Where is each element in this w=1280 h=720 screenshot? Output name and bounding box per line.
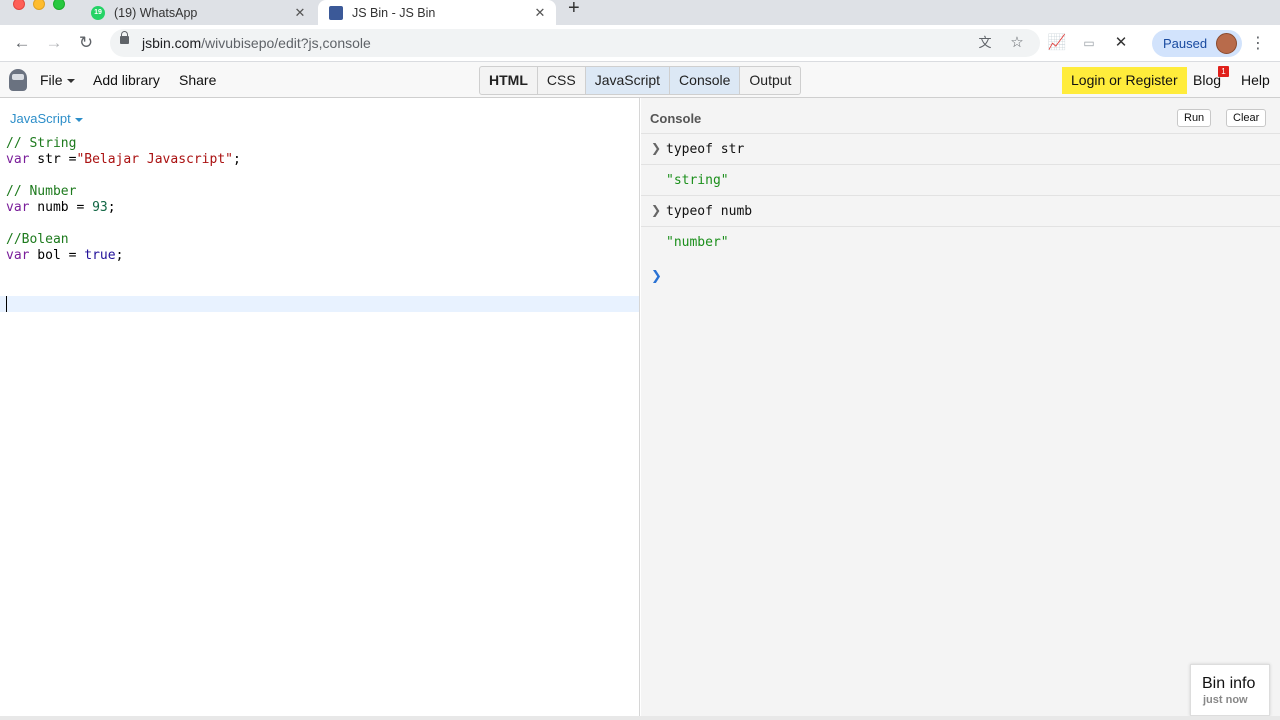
window-zoom-button[interactable]	[53, 0, 65, 10]
browser-tab-strip: 19 (19) WhatsApp ✕ JS Bin - JS Bin ✕ +	[0, 0, 1280, 25]
code-line: // String	[6, 136, 77, 151]
extension-chart-icon[interactable]: 📈	[1047, 33, 1067, 53]
share-menu[interactable]: Share	[179, 72, 216, 88]
jsbin-toolbar: File Add library Share HTML CSS JavaScri…	[0, 62, 1280, 98]
chevron-right-icon: ❯	[651, 203, 662, 217]
jsbin-logo-icon[interactable]	[9, 69, 27, 91]
login-register-button[interactable]: Login or Register	[1062, 67, 1187, 94]
avatar	[1216, 33, 1237, 54]
console-panel: Console Run Clear ❯ typeof str "string" …	[641, 98, 1280, 716]
run-button[interactable]: Run	[1177, 109, 1212, 127]
clear-button[interactable]: Clear	[1226, 109, 1267, 127]
url-text: jsbin.com/wivubisepo/edit?js,console	[142, 35, 371, 51]
console-prompt-icon[interactable]: ❯	[651, 269, 662, 284]
chevron-right-icon: ❯	[651, 141, 662, 155]
whatsapp-icon: 19	[91, 5, 105, 20]
profile-paused-button[interactable]: Paused	[1152, 30, 1242, 57]
browser-toolbar: ← → ↻ jsbin.com/wivubisepo/edit?js,conso…	[0, 25, 1280, 62]
chevron-down-icon	[66, 79, 75, 84]
console-input-entry: ❯ typeof str	[641, 133, 1280, 164]
code-line: var bol = true;	[6, 248, 124, 263]
extension-card-icon[interactable]: ▭	[1079, 33, 1099, 53]
code-line: var str ="Belajar Javascript";	[6, 152, 241, 167]
tab-html[interactable]: HTML	[480, 67, 537, 94]
reload-icon[interactable]: ↻	[74, 31, 98, 55]
help-link[interactable]: Help	[1241, 72, 1270, 88]
console-title: Console	[650, 111, 702, 126]
browser-menu-icon[interactable]: ⋮	[1250, 33, 1266, 53]
extension-x-icon[interactable]: ✕	[1111, 33, 1131, 53]
code-line: //Bolean	[6, 232, 69, 247]
close-icon[interactable]: ✕	[532, 5, 548, 21]
close-icon[interactable]: ✕	[292, 5, 308, 21]
new-tab-button[interactable]: +	[568, 0, 580, 25]
tab-css[interactable]: CSS	[536, 67, 585, 94]
back-arrow-icon[interactable]: ←	[10, 31, 34, 55]
tab-console[interactable]: Console	[669, 67, 740, 94]
notification-badge: 1	[1218, 66, 1229, 77]
jsbin-favicon-icon	[329, 5, 343, 20]
code-area[interactable]: // String var str ="Belajar Javascript";…	[6, 136, 241, 264]
chevron-down-icon	[74, 117, 83, 122]
address-bar[interactable]: jsbin.com/wivubisepo/edit?js,console 文 ☆	[110, 29, 1040, 57]
window-minimize-button[interactable]	[33, 0, 45, 10]
bin-info-time: just now	[1203, 694, 1248, 706]
window-close-button[interactable]	[13, 0, 25, 10]
console-input-entry: ❯ typeof numb	[641, 195, 1280, 226]
bookmark-star-icon[interactable]: ☆	[1007, 33, 1027, 53]
text-cursor	[6, 296, 7, 312]
active-line-highlight	[0, 296, 639, 312]
tab-title: (19) WhatsApp	[114, 5, 198, 20]
browser-tab-whatsapp[interactable]: 19 (19) WhatsApp ✕	[80, 0, 316, 25]
forward-arrow-icon[interactable]: →	[42, 31, 66, 55]
tab-javascript[interactable]: JavaScript	[584, 67, 670, 94]
console-output-entry: "number"	[641, 226, 1280, 257]
language-selector[interactable]: JavaScript	[10, 111, 83, 126]
file-menu[interactable]: File	[40, 72, 75, 88]
lock-icon	[120, 31, 129, 44]
bin-info-title: Bin info	[1202, 675, 1256, 692]
blog-link[interactable]: Blog 1	[1193, 66, 1229, 88]
translate-icon[interactable]: 文	[975, 33, 995, 53]
tab-title: JS Bin - JS Bin	[352, 5, 436, 20]
add-library-menu[interactable]: Add library	[93, 72, 160, 88]
tab-output[interactable]: Output	[739, 67, 800, 94]
code-line: var numb = 93;	[6, 200, 116, 215]
code-line: // Number	[6, 184, 77, 199]
bin-info-button[interactable]: Bin info just now	[1190, 664, 1270, 716]
browser-tab-jsbin[interactable]: JS Bin - JS Bin ✕	[318, 0, 556, 25]
javascript-editor-panel[interactable]: JavaScript // String var str ="Belajar J…	[0, 98, 640, 716]
bottom-border	[0, 716, 1280, 720]
console-output-entry: "string"	[641, 164, 1280, 195]
panel-toggle-group: HTML CSS JavaScript Console Output	[479, 66, 802, 95]
